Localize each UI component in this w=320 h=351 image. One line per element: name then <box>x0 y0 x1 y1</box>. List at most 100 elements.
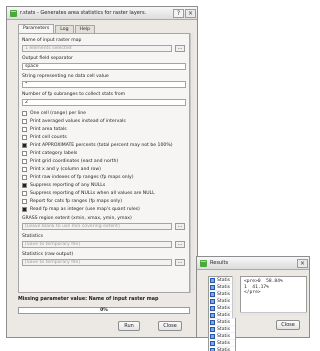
checkbox-label: Print category labels <box>30 151 78 156</box>
statistics-field[interactable]: [Save to temporary file] <box>22 241 172 248</box>
qgis-icon <box>10 9 17 17</box>
checkbox-cats-fp[interactable]: Report for cats fp ranges (fp maps only) <box>22 199 122 204</box>
parameters-panel: Name of input raster map 1 elements sele… <box>18 33 190 293</box>
checkbox-raw-indexes[interactable]: Print raw indexes of fp ranges (fp maps … <box>22 175 134 180</box>
checkbox-box[interactable] <box>22 207 27 212</box>
checkbox-box[interactable] <box>22 191 27 196</box>
checkbox-label: Read fp map as integer (use map's quant … <box>30 207 140 212</box>
results-list-item[interactable]: Statis <box>209 333 235 340</box>
results-list-item[interactable]: Statis <box>209 347 235 351</box>
checkbox-label: Print raw indexes of fp ranges (fp maps … <box>30 175 134 180</box>
table-icon <box>210 284 215 290</box>
dialog-titlebar[interactable]: r.stats - Generates area statistics for … <box>7 7 197 20</box>
tab-bar: Parameters Log Help <box>18 24 96 33</box>
checkbox-label: Print averaged values instead of interva… <box>30 119 126 124</box>
help-window-button[interactable]: ? <box>173 8 184 18</box>
results-list-item[interactable]: Statis <box>209 326 235 333</box>
checkbox-box[interactable] <box>22 175 27 180</box>
checkbox-averaged[interactable]: Print averaged values instead of interva… <box>22 119 126 124</box>
results-title: Results <box>210 260 229 266</box>
subranges-field[interactable]: 2 <box>22 99 186 106</box>
checkbox-suppress-nulls[interactable]: Suppress reporting of any NULLs <box>22 183 105 188</box>
checkbox-one-cell[interactable]: One cell (range) per line <box>22 111 86 116</box>
results-list-item-label: Statis <box>217 319 231 325</box>
checkbox-area-totals[interactable]: Print area totals <box>22 127 67 132</box>
run-button[interactable]: Run <box>118 321 140 331</box>
separator-field[interactable]: space <box>22 63 186 70</box>
table-icon <box>210 277 215 283</box>
results-close-button[interactable]: Close <box>276 320 300 330</box>
results-list-item[interactable]: Statis <box>209 319 235 326</box>
checkbox-label: Print grid coordinates (east and north) <box>30 159 119 164</box>
results-text-scrollbar[interactable] <box>240 312 307 316</box>
nodata-field[interactable]: * <box>22 81 186 88</box>
close-window-button[interactable]: × <box>185 8 196 18</box>
statistics-raw-field[interactable]: [Save to temporary file] <box>22 259 172 266</box>
subranges-label: Number of fp subranges to collect stats … <box>22 92 126 97</box>
checkbox-box[interactable] <box>22 167 27 172</box>
statistics-browse-button[interactable]: ... <box>175 241 185 248</box>
checkbox-label: Print x and y (column and row) <box>30 167 101 172</box>
results-list-item-label: Statis <box>217 305 231 311</box>
input-map-browse-button[interactable]: ... <box>175 45 185 52</box>
tab-help[interactable]: Help <box>74 25 95 33</box>
input-map-label: Name of input raster map <box>22 38 82 43</box>
table-icon <box>210 305 215 311</box>
checkbox-category-labels[interactable]: Print category labels <box>22 151 77 156</box>
results-list-item-label: Statis <box>217 312 231 318</box>
input-map-field[interactable]: 1 elements selected <box>22 45 172 52</box>
checkbox-grid-coords[interactable]: Print grid coordinates (east and north) <box>22 159 118 164</box>
checkbox-box[interactable] <box>22 143 27 148</box>
results-list-item-label: Statis <box>217 291 231 297</box>
statistics-label: Statistics <box>22 234 43 239</box>
checkbox-read-integer[interactable]: Read fp map as integer (use map's quant … <box>22 207 140 212</box>
close-button[interactable]: Close <box>158 321 182 331</box>
results-close-window-button[interactable]: × <box>297 258 308 268</box>
checkbox-box[interactable] <box>22 119 27 124</box>
results-list-item-label: Statis <box>217 298 231 304</box>
dialog-title: r.stats - Generates area statistics for … <box>20 10 147 16</box>
separator-label: Output field separator <box>22 56 73 61</box>
checkbox-label: Print area totals <box>30 127 67 132</box>
nodata-label: String representing no data cell value <box>22 74 109 79</box>
parameters-scrollbar[interactable] <box>190 33 194 293</box>
checkbox-label: Suppress reporting of any NULLs <box>30 183 106 188</box>
checkbox-box[interactable] <box>22 183 27 188</box>
checkbox-box[interactable] <box>22 127 27 132</box>
results-list-item-label: Statis <box>217 277 231 283</box>
tab-parameters[interactable]: Parameters <box>18 24 55 33</box>
results-list-scrollbar[interactable] <box>232 276 236 318</box>
region-label: GRASS region extent (xmin, xmax, ymin, y… <box>22 216 132 221</box>
progress-label: 0% <box>100 308 108 313</box>
statistics-raw-label: Statistics (raw output) <box>22 252 74 257</box>
checkbox-box[interactable] <box>22 135 27 140</box>
results-list-item[interactable]: Statis <box>209 340 235 347</box>
table-icon <box>210 347 215 351</box>
checkbox-box[interactable] <box>22 159 27 164</box>
results-titlebar[interactable]: Results × <box>197 257 309 270</box>
table-icon <box>210 326 215 332</box>
qgis-icon <box>200 259 207 267</box>
checkbox-label: Print APPROXIMATE percents (total percen… <box>30 143 173 148</box>
results-list-item-label: Statis <box>217 347 231 351</box>
results-list-item-label: Statis <box>217 333 231 339</box>
checkbox-label: Report for cats fp ranges (fp maps only) <box>30 199 123 204</box>
checkbox-percents[interactable]: Print APPROXIMATE percents (total percen… <box>22 143 172 148</box>
tab-log[interactable]: Log <box>55 25 74 33</box>
checkbox-box[interactable] <box>22 199 27 204</box>
checkbox-xy[interactable]: Print x and y (column and row) <box>22 167 101 172</box>
checkbox-cell-counts[interactable]: Print cell counts <box>22 135 67 140</box>
table-icon <box>210 333 215 339</box>
results-output-text: <pre>0 58.84% 1 41.17% </pre> <box>240 276 307 316</box>
checkbox-box[interactable] <box>22 151 27 156</box>
region-browse-button[interactable]: ... <box>175 223 185 230</box>
checkbox-box[interactable] <box>22 111 27 116</box>
checkbox-suppress-all-null[interactable]: Suppress reporting of NULLs when all val… <box>22 191 155 196</box>
progress-bar: 0% <box>18 307 190 314</box>
region-field[interactable]: [Leave blank to use min covering extent] <box>22 223 172 230</box>
status-message: Missing parameter value: Name of input r… <box>18 297 159 302</box>
checkbox-label: Suppress reporting of NULLs when all val… <box>30 191 155 196</box>
statistics-raw-browse-button[interactable]: ... <box>175 259 185 266</box>
table-icon <box>210 340 215 346</box>
results-list-item-label: Statis <box>217 340 231 346</box>
